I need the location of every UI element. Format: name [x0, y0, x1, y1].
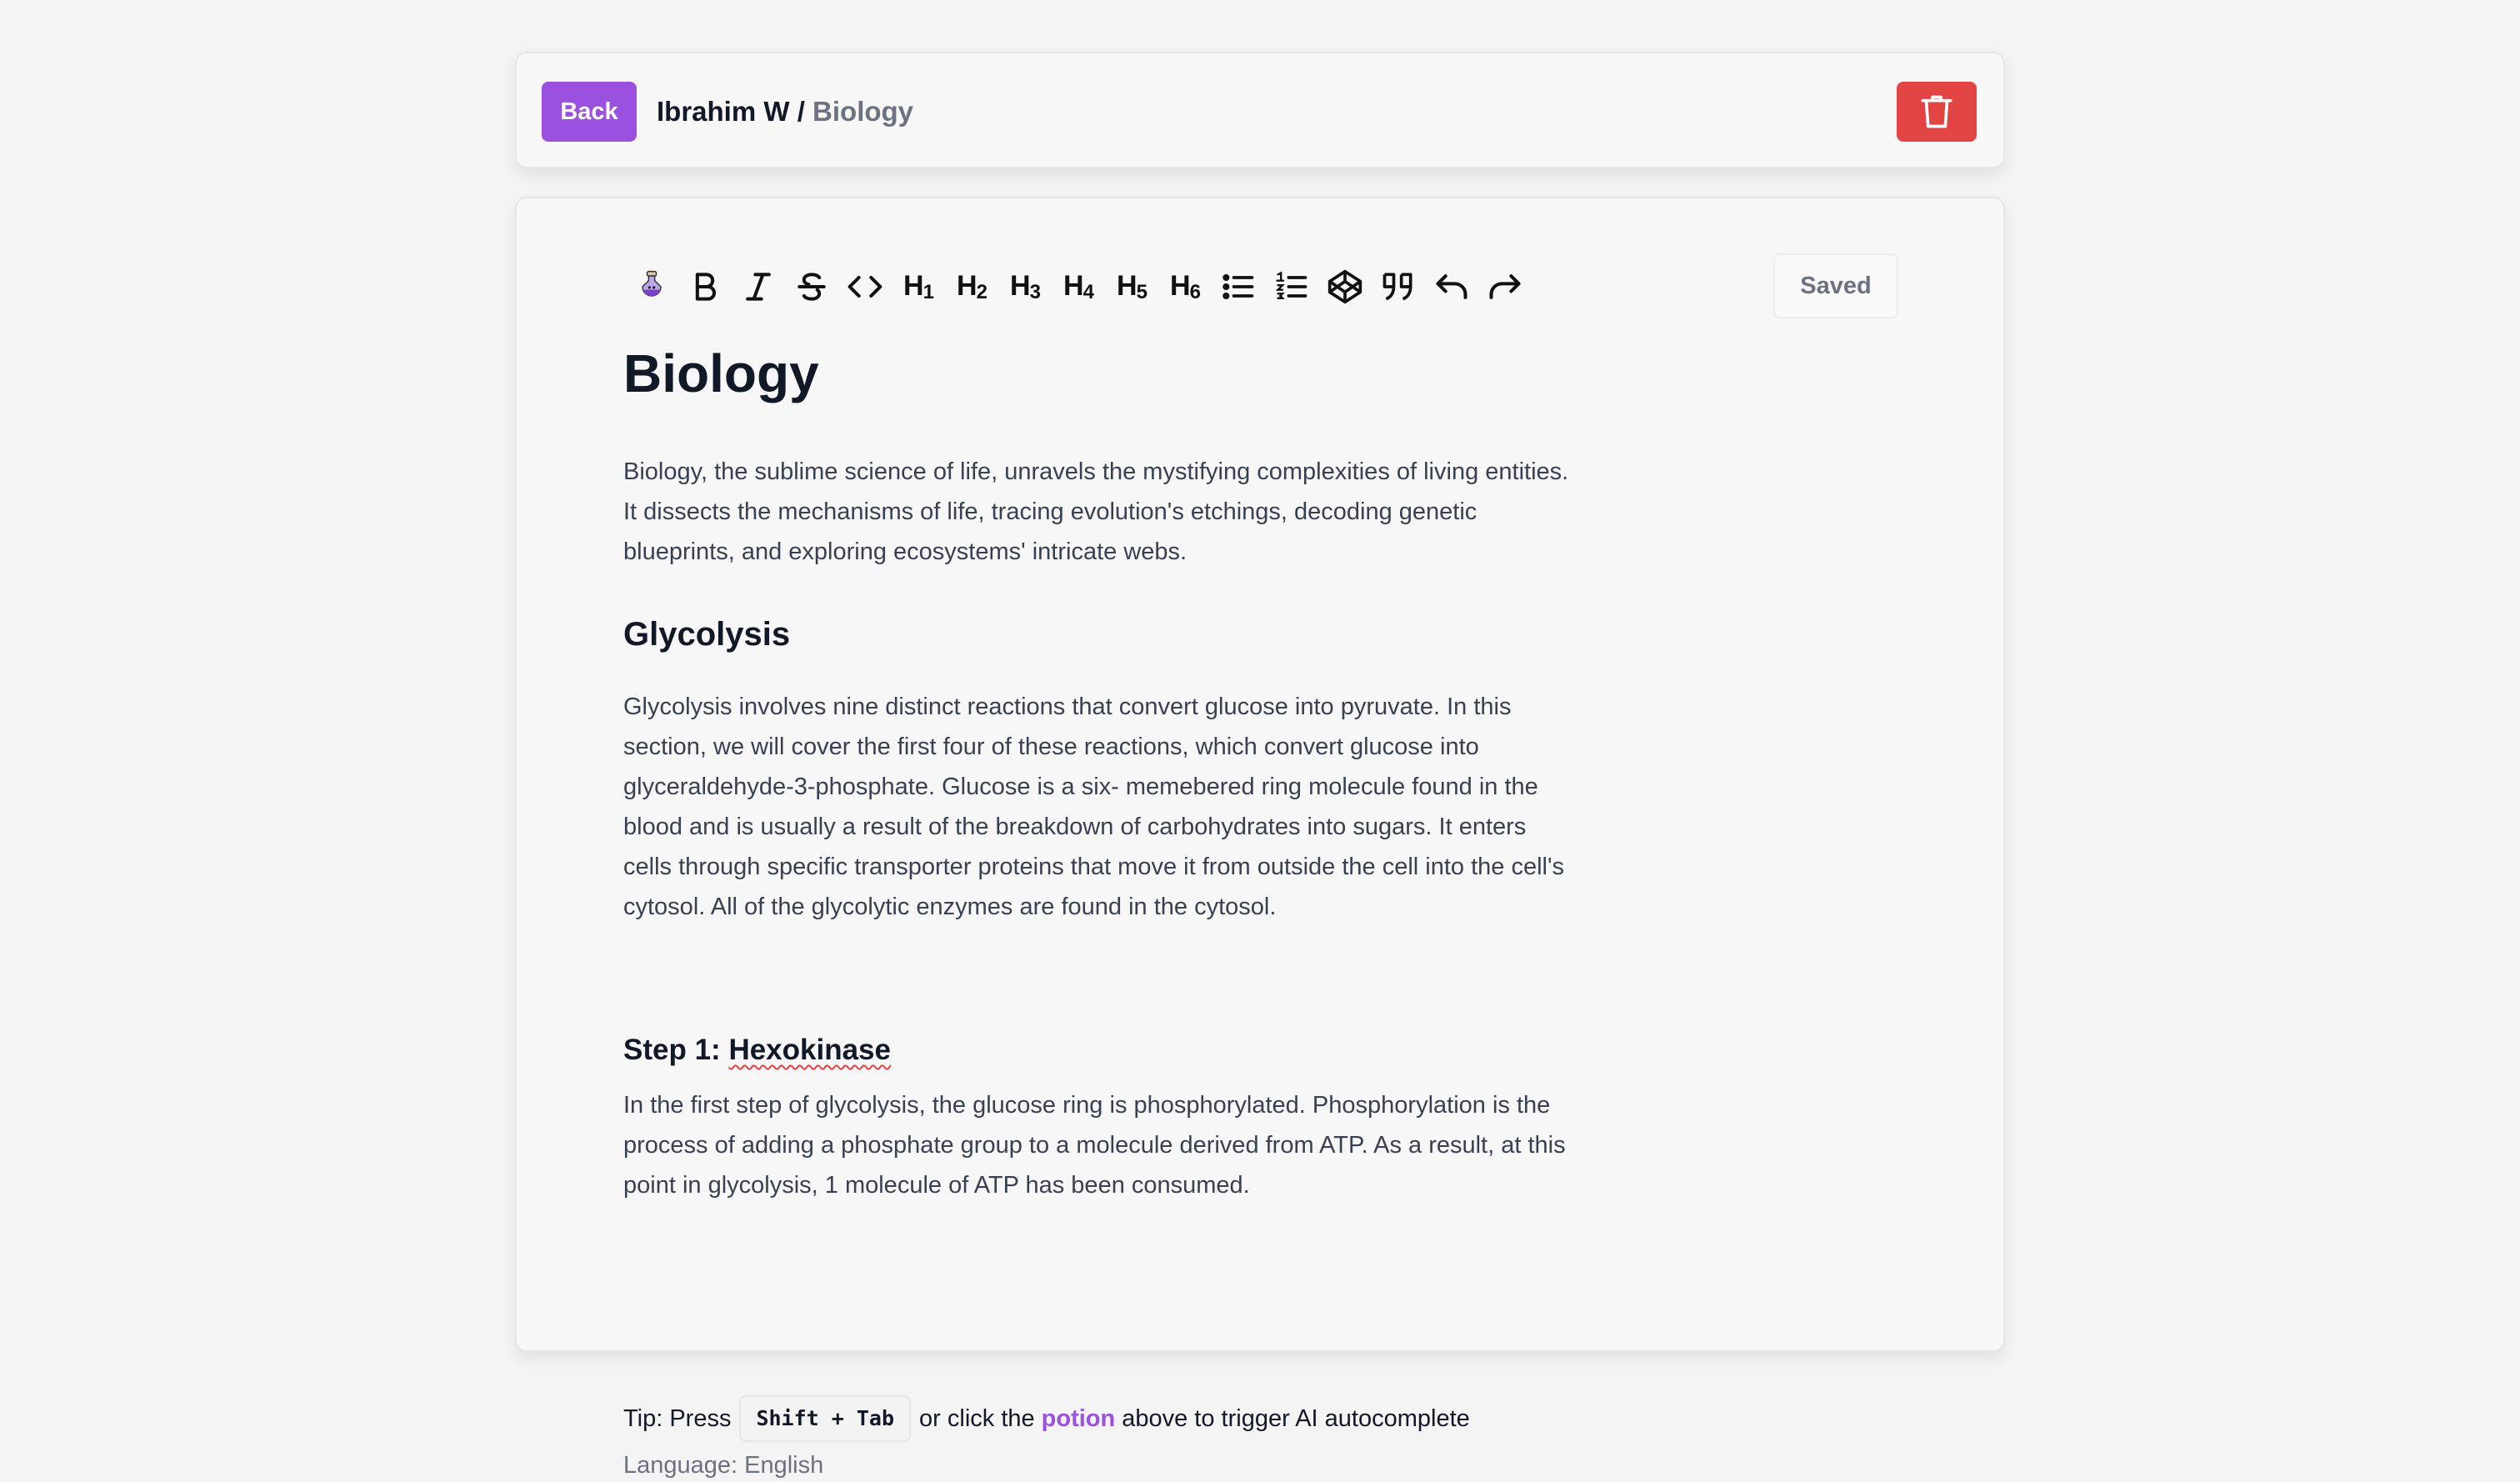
codepen-button[interactable] — [1318, 260, 1372, 313]
ordered-list-button[interactable] — [1265, 260, 1318, 313]
potion-icon — [642, 270, 662, 297]
undo-icon — [1436, 274, 1468, 299]
delete-button[interactable] — [1897, 82, 1977, 142]
italic-icon — [746, 273, 771, 301]
strikethrough-icon — [798, 273, 826, 301]
shortcut-key: Shift + Tab — [739, 1395, 912, 1442]
heading-4-button[interactable]: H4 — [1052, 260, 1105, 313]
potion-button[interactable] — [625, 260, 678, 313]
h4-icon: H4 — [1063, 269, 1094, 303]
breadcrumb-page: Biology — [812, 96, 914, 127]
h3-icon: H3 — [1010, 269, 1041, 303]
heading-2-button[interactable]: H2 — [945, 260, 998, 313]
editor-panel: H1 H2 H3 H4 H5 H6 Saved Biology Biology,… — [515, 197, 2005, 1479]
step-prefix: Step 1: — [623, 1034, 721, 1066]
bold-icon — [695, 273, 716, 301]
undo-button[interactable] — [1425, 260, 1478, 313]
potion-link[interactable]: potion — [1042, 1398, 1116, 1439]
quote-icon — [1382, 273, 1412, 301]
autocomplete-tip: Tip: Press Shift + Tab or click the poti… — [623, 1395, 1470, 1442]
section-heading[interactable]: Glycolysis — [623, 613, 790, 655]
redo-button[interactable] — [1478, 260, 1532, 313]
h1-icon: H1 — [903, 269, 934, 303]
header-bar: Back Ibrahim W / Biology — [515, 52, 2005, 168]
heading-6-button[interactable]: H6 — [1158, 260, 1212, 313]
step-heading[interactable]: Step 1: Hexokinase — [623, 1032, 891, 1069]
heading-1-button[interactable]: H1 — [892, 260, 945, 313]
blockquote-button[interactable] — [1372, 260, 1425, 313]
code-icon — [848, 275, 882, 298]
redo-icon — [1489, 274, 1521, 299]
save-status: Saved — [1773, 253, 1898, 318]
bullet-list-button[interactable] — [1212, 260, 1265, 313]
formatting-toolbar: H1 H2 H3 H4 H5 H6 — [625, 260, 1532, 313]
heading-3-button[interactable]: H3 — [998, 260, 1052, 313]
breadcrumb-separator: / — [797, 96, 805, 127]
breadcrumb-user[interactable]: Ibrahim W — [657, 96, 790, 127]
h2-icon: H2 — [957, 269, 988, 303]
h5-icon: H5 — [1117, 269, 1148, 303]
step-paragraph[interactable]: In the first step of glycolysis, the glu… — [623, 1085, 1573, 1205]
document-title[interactable]: Biology — [623, 340, 819, 407]
bullet-list-icon — [1222, 273, 1254, 300]
ordered-list-icon — [1275, 271, 1308, 299]
tip-suffix: above to trigger AI autocomplete — [1122, 1405, 1470, 1432]
strikethrough-button[interactable] — [785, 260, 838, 313]
italic-button[interactable] — [732, 260, 785, 313]
tip-middle: or click the — [919, 1405, 1035, 1432]
bold-button[interactable] — [678, 260, 732, 313]
trash-icon — [1921, 95, 1952, 128]
back-button[interactable]: Back — [542, 82, 637, 142]
step-name: Hexokinase — [728, 1034, 891, 1066]
h6-icon: H6 — [1170, 269, 1201, 303]
tip-prefix: Tip: Press — [623, 1405, 732, 1432]
code-button[interactable] — [838, 260, 892, 313]
language-label: Language: English — [623, 1452, 824, 1479]
heading-5-button[interactable]: H5 — [1105, 260, 1158, 313]
intro-paragraph[interactable]: Biology, the sublime science of life, un… — [623, 452, 1573, 572]
section-paragraph[interactable]: Glycolysis involves nine distinct reacti… — [623, 687, 1573, 927]
breadcrumb: Ibrahim W / Biology — [657, 95, 913, 128]
codepen-icon — [1328, 269, 1362, 304]
